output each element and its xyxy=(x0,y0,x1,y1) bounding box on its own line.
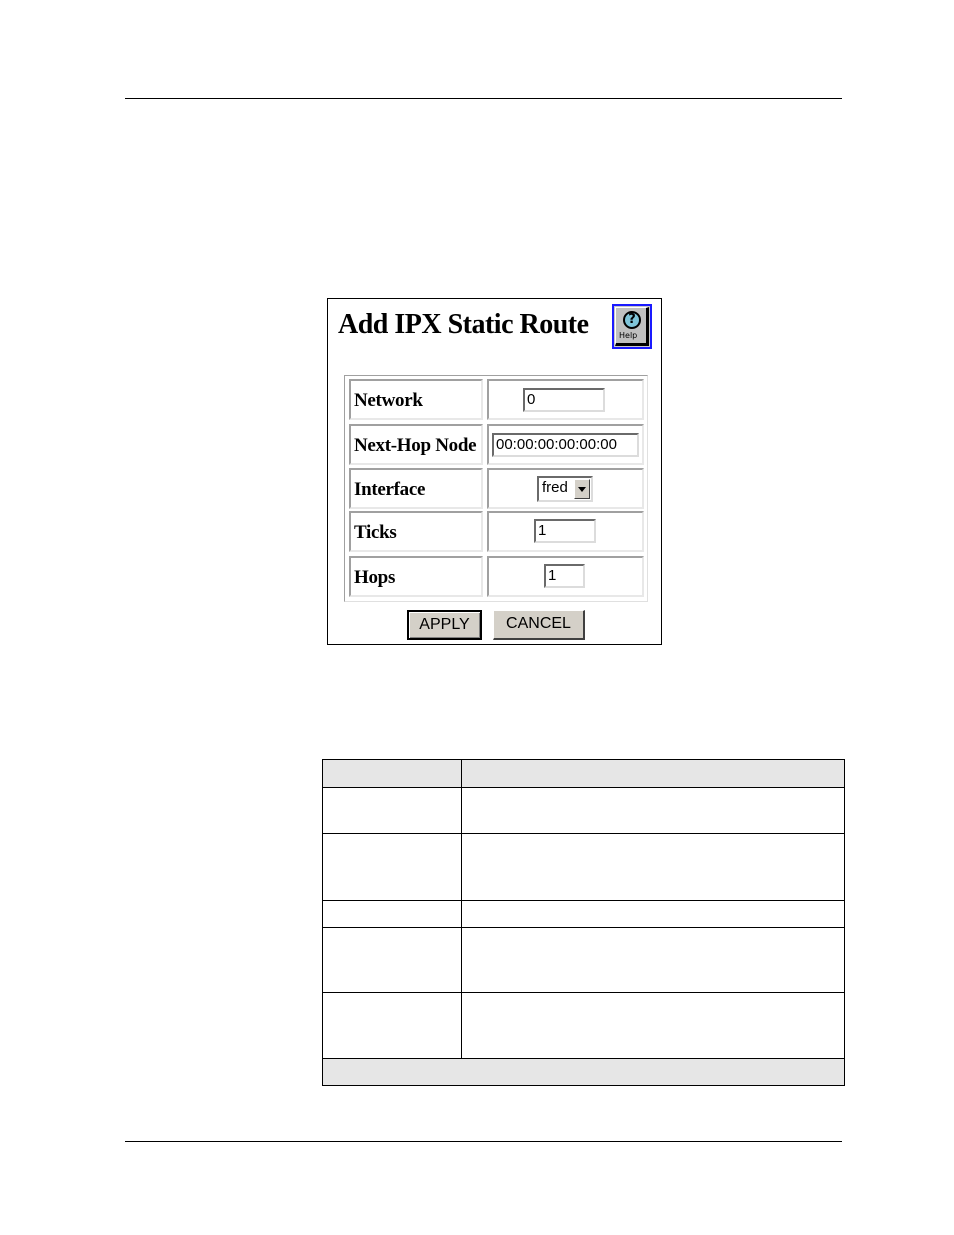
cancel-button[interactable]: CANCEL xyxy=(493,610,585,640)
network-input[interactable]: 0 xyxy=(523,388,605,412)
next-hop-node-label: Next-Hop Node xyxy=(354,435,477,456)
table-cell xyxy=(461,927,845,993)
table-cell xyxy=(461,787,845,834)
ticks-label: Ticks xyxy=(354,522,397,543)
interface-selected-value: fred xyxy=(542,479,568,496)
table-row xyxy=(322,787,845,834)
table-cell xyxy=(461,992,845,1059)
table-row xyxy=(322,900,845,928)
help-button[interactable]: ? Help xyxy=(612,304,652,349)
table-cell xyxy=(322,900,462,928)
field-description-table xyxy=(322,759,845,1086)
ticks-input[interactable]: 1 xyxy=(534,519,596,543)
add-ipx-static-route-panel: Add IPX Static Route ? Help Network 0 Ne… xyxy=(327,298,662,645)
next-hop-node-input[interactable]: 00:00:00:00:00:00 xyxy=(492,433,639,457)
table-row xyxy=(322,992,845,1059)
table-cell xyxy=(461,900,845,928)
hops-input[interactable]: 1 xyxy=(544,564,585,588)
table-cell xyxy=(322,833,462,901)
chevron-down-icon[interactable] xyxy=(574,479,590,499)
hops-label: Hops xyxy=(354,567,396,588)
table-cell xyxy=(322,927,462,993)
table-row xyxy=(322,833,845,901)
help-icon: ? xyxy=(623,311,641,329)
table-header-row xyxy=(322,759,845,788)
table-header-cell xyxy=(461,759,845,788)
table-cell xyxy=(322,787,462,834)
apply-button[interactable]: APPLY xyxy=(407,610,482,640)
table-header-cell xyxy=(322,759,462,788)
header-rule xyxy=(125,98,842,99)
help-label: Help xyxy=(619,331,638,340)
table-cell xyxy=(461,833,845,901)
interface-label: Interface xyxy=(354,479,426,500)
route-form-table: Network 0 Next-Hop Node 00:00:00:00:00:0… xyxy=(344,375,648,602)
footer-rule xyxy=(125,1141,842,1142)
table-footer-row xyxy=(322,1058,845,1086)
interface-select[interactable]: fred xyxy=(537,476,593,502)
table-row xyxy=(322,927,845,993)
table-footer-cell xyxy=(322,1058,845,1086)
network-label: Network xyxy=(354,390,423,411)
page-title: Add IPX Static Route xyxy=(338,309,589,340)
table-cell xyxy=(322,992,462,1059)
